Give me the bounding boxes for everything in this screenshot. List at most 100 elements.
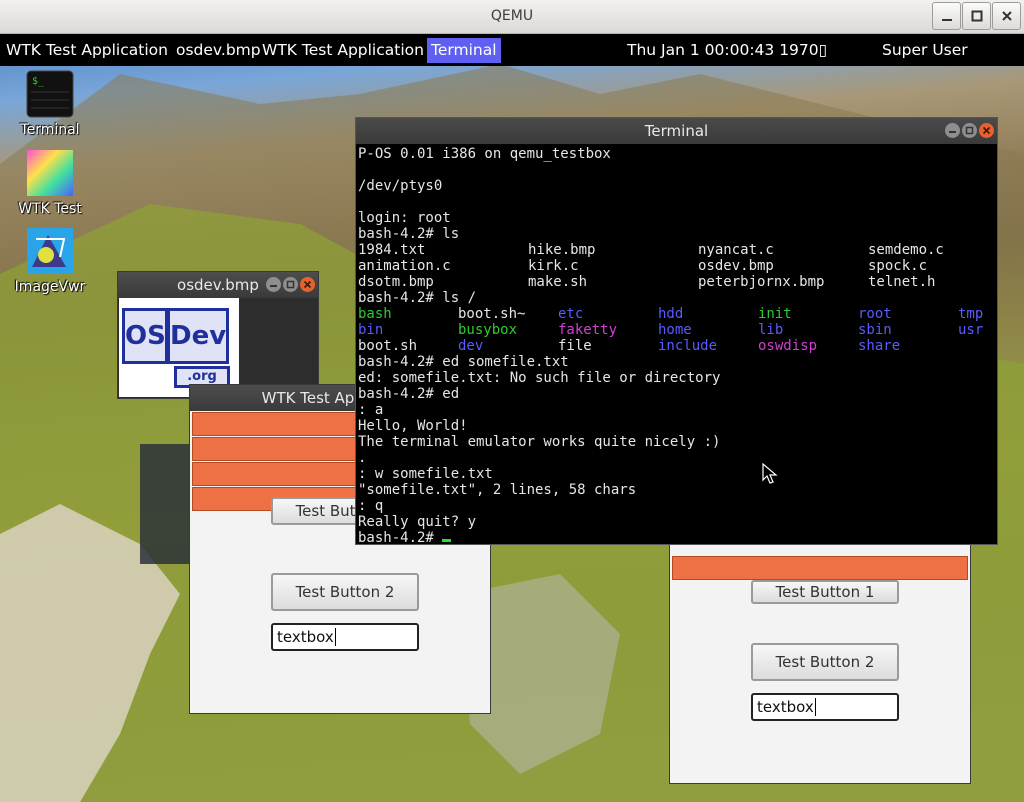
text-caret [814, 698, 816, 716]
desktop-icon-label: ImageVwr [14, 279, 86, 295]
ls-entry: boot.sh~ [458, 306, 526, 322]
ls-entry: sbin [858, 322, 892, 338]
textbox-input[interactable]: textbox [751, 693, 899, 721]
terminal-line: /dev/ptys0 [358, 178, 443, 194]
textbox-value: textbox [277, 628, 334, 646]
ls-entry: init [758, 306, 792, 322]
close-icon [982, 126, 991, 135]
qemu-window-title: QEMU [490, 8, 534, 24]
close-icon [1001, 11, 1012, 21]
terminal-icon: $_ [26, 70, 74, 118]
ls-entry: bin [358, 322, 384, 338]
ls-entry: semdemo.c [868, 242, 944, 258]
terminal-window[interactable]: Terminal P-OS 0.01 i386 on qemu_testbox /… [355, 117, 998, 545]
taskbar-item-wtk-2[interactable]: WTK Test Application [262, 38, 424, 63]
minimize-button[interactable] [932, 2, 961, 30]
desktop-icon-imagevwr[interactable]: ImageVwr [10, 227, 90, 295]
ls-entry: 1984.txt [358, 242, 426, 258]
terminal-line: : w somefile.txt [358, 466, 493, 482]
svg-text:$_: $_ [32, 76, 45, 87]
taskbar-item-osdev[interactable]: osdev.bmp [176, 38, 261, 63]
terminal-maximize-button[interactable] [962, 123, 977, 138]
ls-entry: spock.c [868, 258, 928, 274]
osdev-close-button[interactable] [300, 277, 315, 292]
terminal-line: The terminal emulator works quite nicely… [358, 434, 721, 450]
mouse-pointer-icon [762, 463, 778, 484]
panel-clock: Thu Jan 1 00:00:43 1970▯ [627, 41, 828, 59]
taskbar-item-terminal[interactable]: Terminal [427, 38, 501, 63]
ls-entry: hike.bmp [528, 242, 596, 258]
guest-desktop[interactable]: WTK Test Application osdev.bmp WTK Test … [0, 34, 1024, 802]
wtk-orange-bar[interactable] [672, 556, 968, 580]
panel-user[interactable]: Super User [882, 38, 968, 63]
terminal-window-title: Terminal [356, 118, 997, 144]
wtk-rainbow-icon [27, 150, 73, 196]
osdev-logo-dev: Dev [167, 308, 229, 364]
maximize-icon [965, 126, 974, 135]
ls-entry: file [558, 338, 592, 354]
terminal-line: Really quit? y [358, 514, 477, 530]
terminal-output[interactable]: P-OS 0.01 i386 on qemu_testbox/dev/ptys0… [358, 146, 995, 542]
ls-entry: faketty [558, 322, 618, 338]
ls-entry: home [658, 322, 692, 338]
ls-entry: osdev.bmp [698, 258, 774, 274]
ls-entry: tmp [958, 306, 984, 322]
ls-entry: bash [358, 306, 392, 322]
ls-entry: peterbjornx.bmp [698, 274, 825, 290]
terminal-close-button[interactable] [979, 123, 994, 138]
osdev-maximize-button[interactable] [283, 277, 298, 292]
osdev-logo-os: OS [122, 308, 168, 364]
test-button-2[interactable]: Test Button 2 [271, 573, 419, 611]
maximize-icon [286, 280, 295, 289]
ls-entry: animation.c [358, 258, 451, 274]
terminal-line: ed: somefile.txt: No such file or direct… [358, 370, 721, 386]
desktop-icon-terminal[interactable]: $_ Terminal [10, 70, 90, 138]
textbox-value: textbox [757, 698, 814, 716]
minimize-icon [270, 285, 277, 287]
taskbar-item-wtk-1[interactable]: WTK Test Application [6, 38, 168, 63]
ls-row: dsotm.bmp make.sh peterbjornx.bmp telnet.h [358, 274, 995, 290]
ls-row: bin busybox faketty home lib sbin usr [358, 322, 995, 338]
image-viewer-icon [27, 228, 73, 274]
maximize-button[interactable] [962, 2, 991, 30]
qemu-titlebar[interactable]: QEMU [0, 0, 1024, 34]
terminal-line: bash-4.2# ls / [358, 290, 477, 306]
osdev-window[interactable]: osdev.bmp OS Dev .org [117, 271, 319, 399]
terminal-line: bash-4.2# ls [358, 226, 460, 242]
ls-entry: dsotm.bmp [358, 274, 434, 290]
ls-entry: usr [958, 322, 984, 338]
ls-row: 1984.txt hike.bmp nyancat.c semdemo.c [358, 242, 995, 258]
terminal-line: Hello, World! [358, 418, 468, 434]
ls-entry: telnet.h [868, 274, 936, 290]
close-button[interactable] [992, 2, 1021, 30]
textbox-input[interactable]: textbox [271, 623, 419, 651]
desktop-icon-label: WTK Test [18, 201, 82, 217]
terminal-prompt-line: bash-4.2# [358, 530, 995, 542]
ls-row: boot.sh dev file include oswdisp share [358, 338, 995, 354]
terminal-line: login: root [358, 210, 451, 226]
terminal-minimize-button[interactable] [945, 123, 960, 138]
ls-entry: root [858, 306, 892, 322]
ls-row: animation.c kirk.c osdev.bmp spock.c [358, 258, 995, 274]
terminal-line: "somefile.txt", 2 lines, 58 chars [358, 482, 637, 498]
test-button-2[interactable]: Test Button 2 [751, 643, 899, 681]
terminal-cursor [442, 539, 452, 542]
ls-entry: make.sh [528, 274, 588, 290]
terminal-line: . [358, 450, 367, 466]
ls-entry: nyancat.c [698, 242, 774, 258]
close-icon [303, 280, 312, 289]
ls-entry: lib [758, 322, 784, 338]
ls-entry: include [658, 338, 718, 354]
ls-entry: hdd [658, 306, 684, 322]
ls-entry: kirk.c [528, 258, 579, 274]
ls-row: bash boot.sh~ etc hdd init root tmp [358, 306, 995, 322]
desktop-icon-wtk-test[interactable]: WTK Test [10, 149, 90, 217]
ls-entry: busybox [458, 322, 518, 338]
osdev-minimize-button[interactable] [266, 277, 281, 292]
ls-entry: share [858, 338, 901, 354]
test-button-1[interactable]: Test Button 1 [751, 580, 899, 604]
text-caret [334, 628, 336, 646]
maximize-icon [971, 10, 982, 22]
